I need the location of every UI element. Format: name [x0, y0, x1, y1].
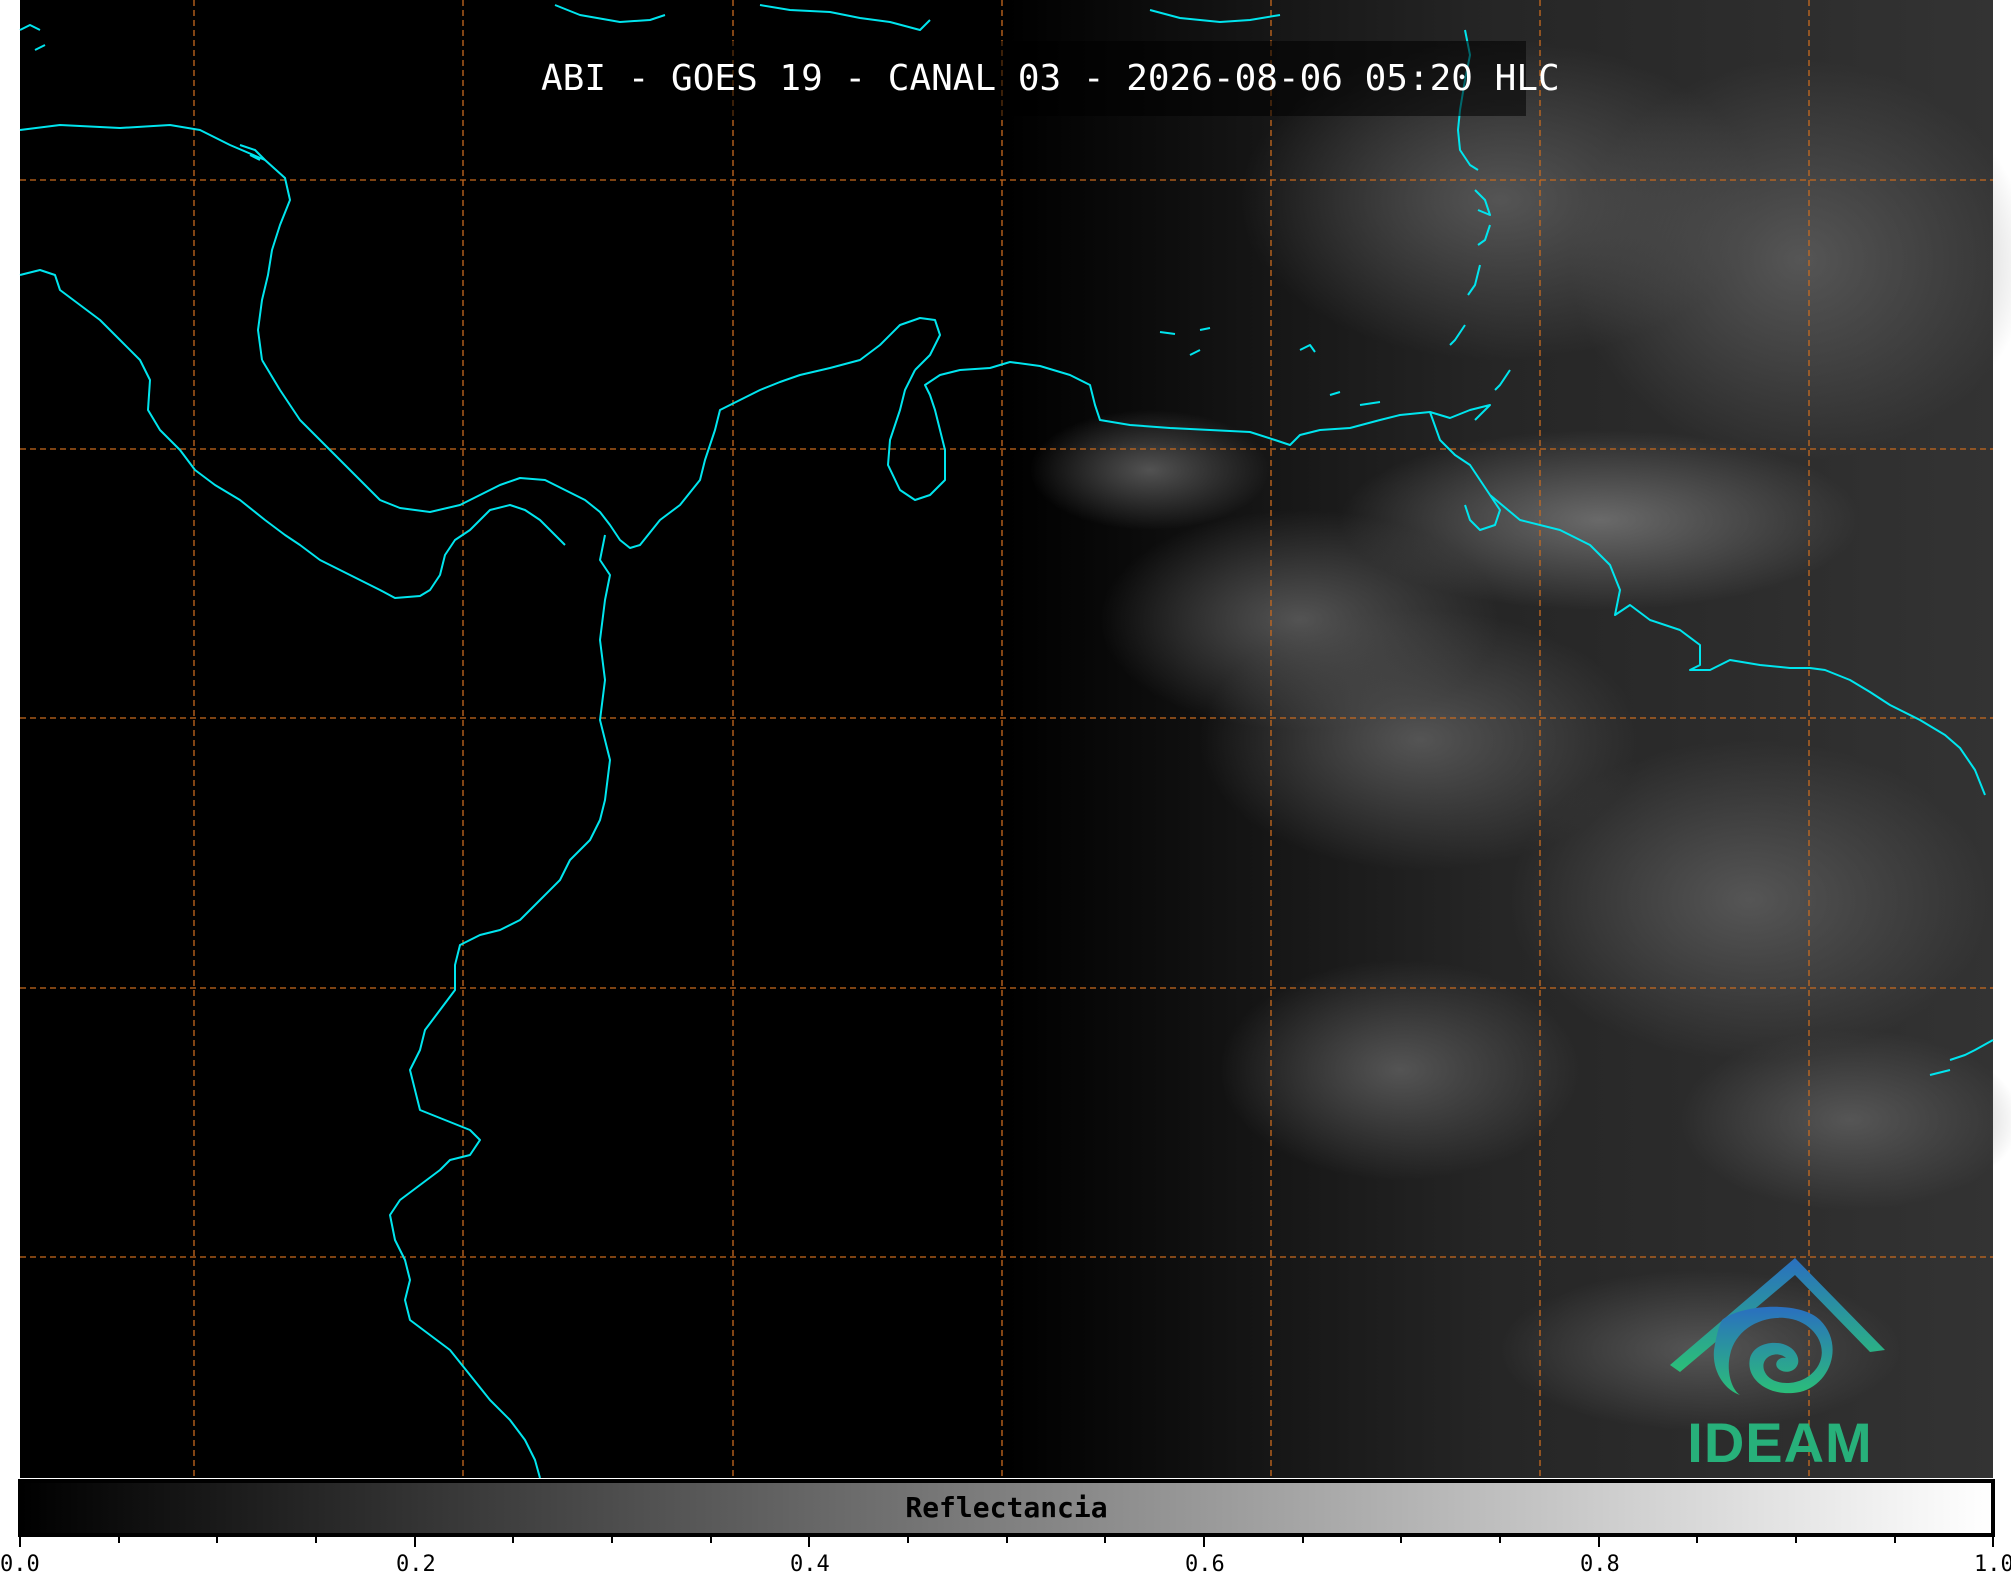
- colorbar-tick-label: 1.0: [1974, 1552, 2011, 1577]
- colorbar-label: Reflectancia: [905, 1491, 1108, 1524]
- image-title: ABI - GOES 19 - CANAL 03 - 2026-08-06 05…: [541, 41, 1560, 116]
- colorbar-tick-label: 0.4: [790, 1552, 830, 1577]
- colorbar-tick-label: 0.2: [396, 1552, 436, 1577]
- satellite-map: [18, 0, 2011, 1547]
- colorbar-tick-label: 0.0: [0, 1552, 40, 1577]
- colorbar-tick-label: 0.6: [1185, 1552, 1225, 1577]
- colorbar-tick-label: 0.8: [1580, 1552, 1620, 1577]
- ideam-logo-text: IDEAM: [1687, 1411, 1873, 1474]
- colorbar-ticks: [19, 1535, 1994, 1547]
